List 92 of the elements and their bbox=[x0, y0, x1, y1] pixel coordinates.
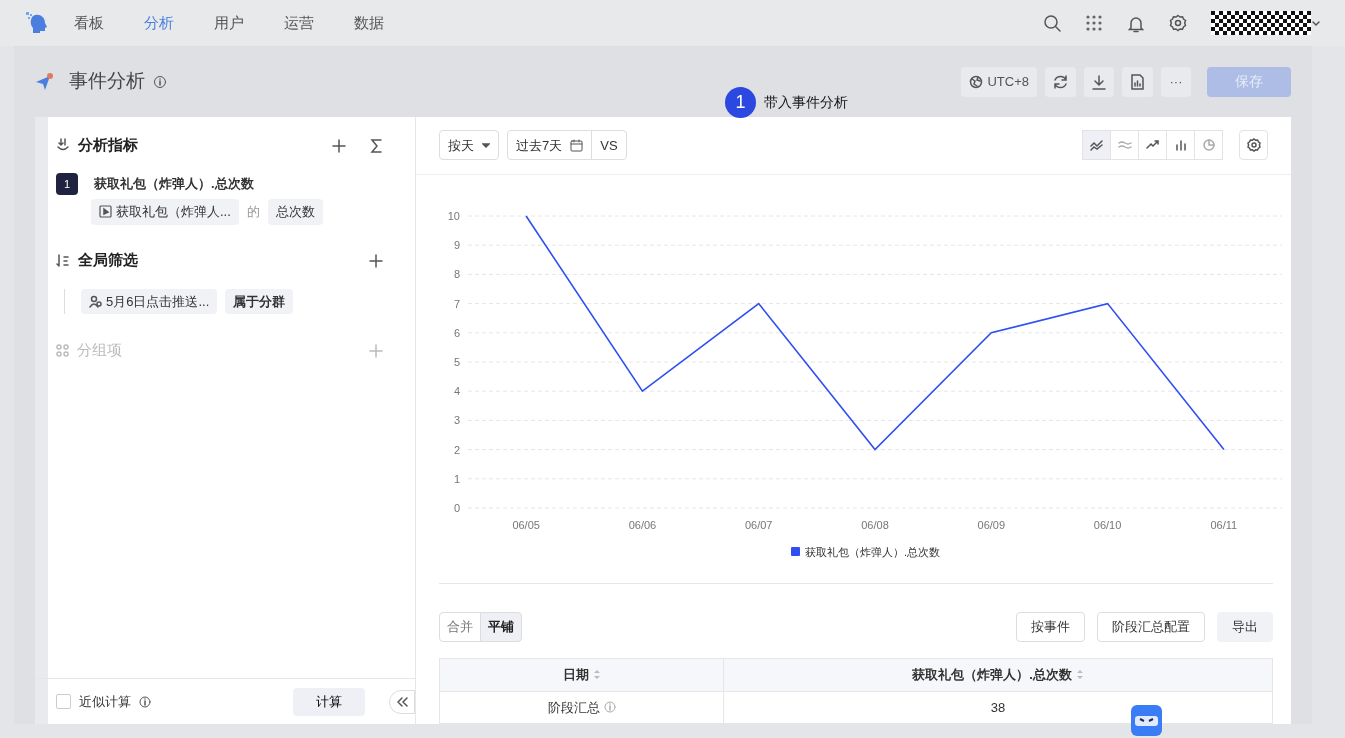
search-icon[interactable] bbox=[1043, 14, 1061, 32]
info-icon bbox=[153, 75, 167, 90]
axis-label: 06/09 bbox=[977, 518, 1006, 531]
refresh-icon bbox=[1053, 74, 1068, 91]
compare-button[interactable]: VS bbox=[591, 130, 627, 161]
page-title: 事件分析 bbox=[69, 69, 145, 94]
add-icon[interactable] bbox=[369, 254, 383, 269]
settings-button[interactable] bbox=[1239, 130, 1268, 161]
event-selector[interactable]: 获取礼包（炸弹人... bbox=[91, 199, 239, 225]
collapse-button[interactable] bbox=[389, 689, 415, 714]
section-title: 分析指标 bbox=[78, 134, 138, 155]
logo-icon bbox=[24, 10, 50, 36]
filter-sort-icon bbox=[56, 253, 70, 268]
axis-label: 06/10 bbox=[1093, 518, 1122, 531]
nav-tab[interactable]: 运营 bbox=[284, 11, 314, 35]
nav-tab[interactable]: 数据 bbox=[354, 11, 384, 35]
tour-hint: 带入事件分析 bbox=[764, 93, 848, 112]
double-chevron-left-icon bbox=[396, 696, 408, 707]
view-mode-tab[interactable]: 合并 bbox=[439, 612, 481, 642]
table-action-button[interactable]: 阶段汇总配置 bbox=[1097, 612, 1205, 642]
axis-label: 2 bbox=[453, 443, 460, 456]
refresh-button[interactable] bbox=[1045, 66, 1076, 97]
report-button[interactable] bbox=[1122, 66, 1153, 97]
section-title: 全局筛选 bbox=[78, 250, 138, 271]
axis-label: 8 bbox=[453, 268, 460, 281]
axis-label: 4 bbox=[453, 384, 460, 397]
download-icon bbox=[1092, 74, 1106, 90]
connector-text: 的 bbox=[246, 203, 260, 221]
table-cell-text: 阶段汇总 bbox=[547, 698, 600, 717]
segment-label: 5月6日点击推送... bbox=[106, 292, 210, 311]
settings-icon[interactable] bbox=[1169, 14, 1187, 32]
calculate-button[interactable]: 计算 bbox=[293, 687, 365, 716]
section-title: 分组项 bbox=[77, 339, 122, 360]
axis-label: 6 bbox=[453, 326, 460, 339]
index-badge: 1 bbox=[56, 173, 78, 195]
globe-icon bbox=[969, 74, 984, 89]
add-icon[interactable] bbox=[332, 138, 346, 153]
chart-type-button[interactable] bbox=[1138, 130, 1167, 161]
axis-label: 1 bbox=[453, 472, 460, 485]
axis-label: 06/05 bbox=[512, 518, 540, 531]
operator-selector[interactable]: 属于分群 bbox=[225, 288, 294, 314]
axis-label: 7 bbox=[453, 297, 460, 310]
date-range-picker[interactable]: 过去7天 bbox=[507, 130, 593, 161]
step-badge: 1 bbox=[725, 87, 756, 118]
metric-icon bbox=[56, 138, 70, 152]
table-action-button[interactable]: 按事件 bbox=[1016, 612, 1085, 642]
segment-selector[interactable]: 5月6日点击推送... bbox=[81, 288, 218, 314]
axis-label: 10 bbox=[447, 209, 460, 222]
robot-icon[interactable] bbox=[1131, 705, 1162, 736]
granularity-dropdown[interactable]: 按天 bbox=[439, 130, 499, 161]
bar-chart-icon bbox=[1173, 138, 1188, 153]
chart-document-icon bbox=[1130, 74, 1145, 91]
apps-icon[interactable] bbox=[1085, 14, 1103, 32]
chart-type-button[interactable] bbox=[1166, 130, 1195, 161]
view-mode-tab[interactable]: 平铺 bbox=[480, 612, 522, 642]
event-label: 获取礼包（炸弹人... bbox=[116, 203, 231, 221]
sum-icon[interactable] bbox=[370, 138, 383, 153]
checkbox-label: 近似计算 bbox=[79, 692, 131, 711]
users-icon bbox=[89, 294, 102, 308]
pie-chart-icon bbox=[1201, 138, 1216, 153]
line-chart-icon bbox=[1089, 138, 1104, 153]
timezone-button[interactable]: UTC+8 bbox=[961, 66, 1037, 97]
download-button[interactable] bbox=[1084, 66, 1114, 97]
metric-name: 获取礼包（炸弹人）.总次数 bbox=[94, 175, 254, 194]
nav-tab[interactable]: 看板 bbox=[74, 11, 104, 35]
axis-label: 06/08 bbox=[861, 518, 889, 531]
axis-label: 3 bbox=[453, 414, 460, 427]
checkbox[interactable] bbox=[56, 694, 71, 709]
table-cell-text: 38 bbox=[990, 698, 1006, 717]
calendar-icon bbox=[570, 138, 584, 152]
info-icon bbox=[139, 696, 151, 709]
axis-label: 5 bbox=[453, 355, 460, 368]
caret-icon bbox=[482, 142, 490, 148]
send-icon bbox=[35, 72, 53, 91]
grid-icon bbox=[56, 343, 69, 357]
more-button[interactable]: ··· bbox=[1161, 66, 1191, 97]
nav-tab[interactable]: 用户 bbox=[214, 11, 244, 35]
column-header: 日期 bbox=[562, 666, 589, 684]
measure-selector[interactable]: 总次数 bbox=[267, 199, 323, 225]
settings-icon bbox=[1246, 138, 1261, 153]
column-header: 获取礼包（炸弹人）.总次数 bbox=[912, 666, 1072, 684]
info-icon bbox=[603, 701, 616, 714]
table-action-button[interactable]: 导出 bbox=[1217, 612, 1273, 642]
axis-label: 06/07 bbox=[744, 518, 773, 531]
chevron-down-icon[interactable] bbox=[1311, 19, 1321, 27]
chart-type-button[interactable] bbox=[1082, 130, 1111, 161]
legend-label: 获取礼包（炸弹人）.总次数 bbox=[805, 545, 941, 558]
axis-label: 9 bbox=[453, 238, 460, 251]
event-icon bbox=[99, 205, 112, 219]
axis-label: 0 bbox=[453, 501, 460, 514]
axis-label: 06/11 bbox=[1210, 518, 1238, 531]
axis-label: 06/06 bbox=[628, 518, 657, 531]
